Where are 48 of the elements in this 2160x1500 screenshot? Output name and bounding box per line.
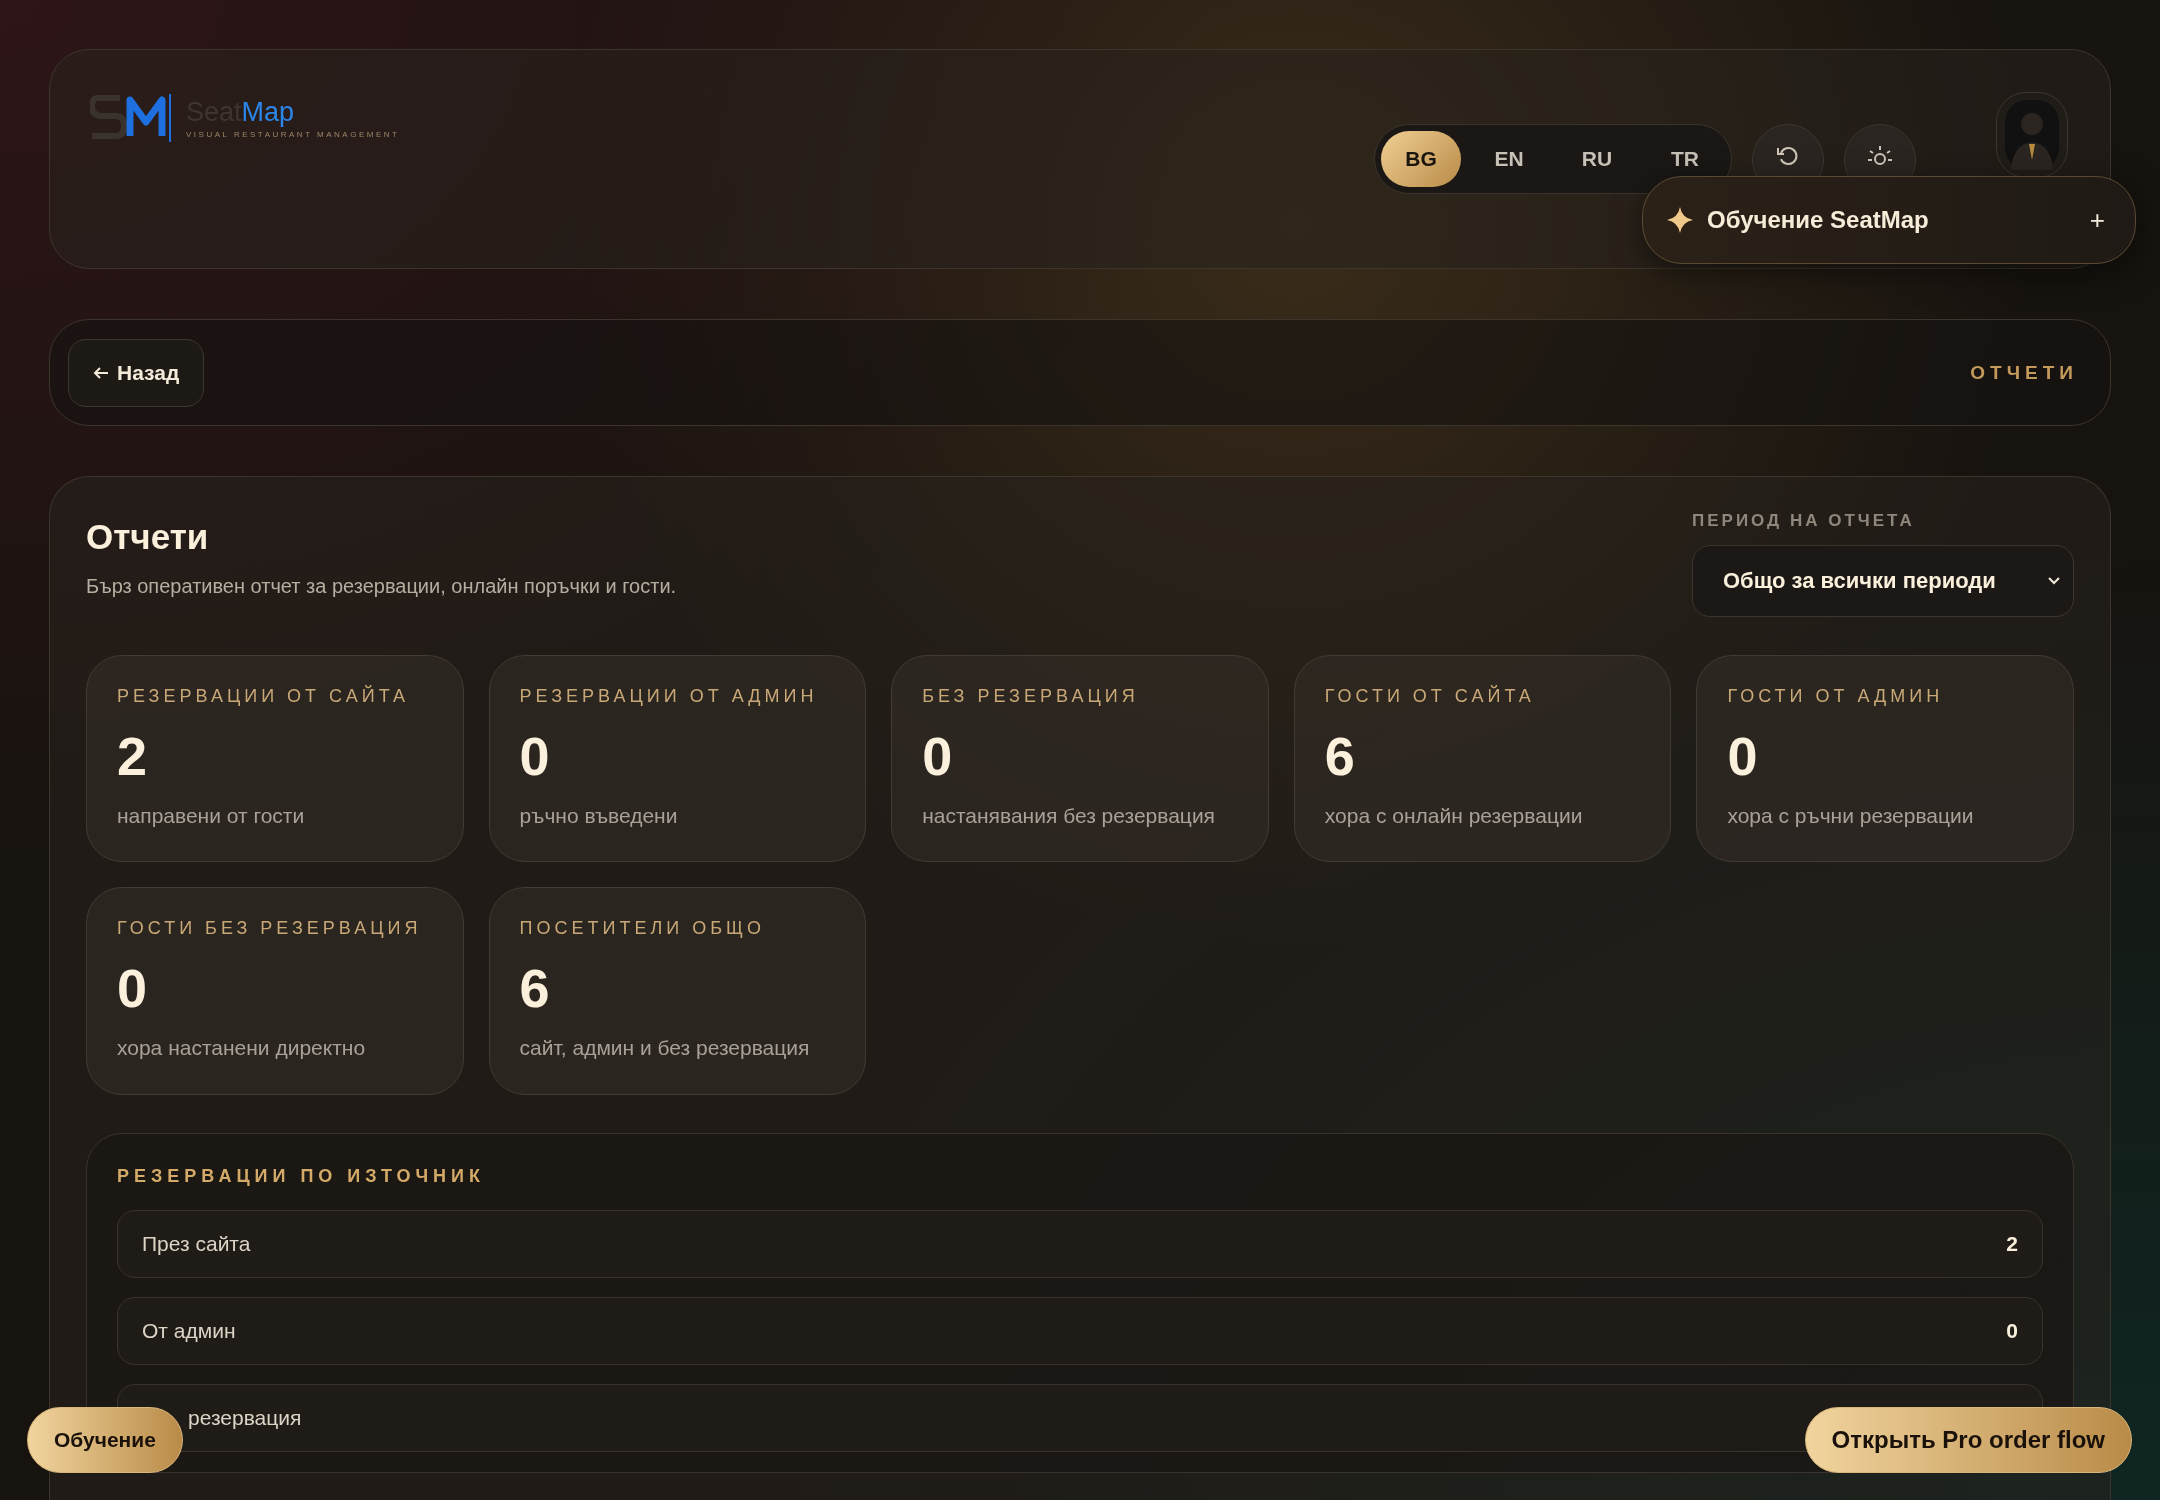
stat-note: сайт, админ и без резервация: [519, 1035, 811, 1062]
source-label: резервация: [188, 1405, 302, 1430]
source-label: През сайта: [142, 1231, 251, 1256]
stat-label: БЕЗ РЕЗЕРВАЦИЯ: [922, 686, 1140, 707]
stat-label: ГОСТИ БЕЗ РЕЗЕРВАЦИЯ: [117, 918, 423, 940]
source-label: От админ: [142, 1318, 236, 1343]
stat-value: 2: [117, 725, 149, 787]
chevron-down-icon: [2047, 576, 2061, 586]
tour-popup[interactable]: Обучение SeatMap +: [1642, 176, 2136, 264]
stat-value: 0: [117, 957, 149, 1020]
stat-label: ПОСЕТИТЕЛИ ОБЩО: [519, 918, 766, 940]
page-title: Отчети: [86, 517, 210, 557]
arrow-left-icon: [93, 365, 109, 380]
stat-value: 6: [1324, 725, 1356, 787]
page-subtitle: Бърз оперативен отчет за резервации, онлайн поръчки и гости.: [86, 575, 677, 598]
stat-value: 0: [922, 725, 954, 787]
section-title: ОТЧЕТИ: [1970, 361, 2078, 384]
stat-note: настанявания без резервация: [922, 803, 1216, 829]
stat-value: 6: [519, 957, 551, 1020]
stat-note: хора настанени директно: [117, 1035, 367, 1062]
stat-value: 0: [519, 725, 551, 787]
language-tab[interactable]: EN: [1469, 131, 1549, 187]
stat-label: ГОСТИ ОТ АДМИН: [1727, 686, 1945, 707]
period-label: ПЕРИОД НА ОТЧЕТА: [1692, 511, 1916, 531]
stat-note: хора с онлайн резервации: [1324, 803, 1584, 829]
avatar[interactable]: [1996, 92, 2068, 178]
period-dropdown[interactable]: Общо за всички периоди: [1692, 545, 2074, 617]
logo-monogram-icon: [90, 92, 174, 144]
logo-tagline: VISUAL RESTAURANT MANAGEMENT: [186, 130, 400, 139]
language-tab[interactable]: BG: [1381, 131, 1461, 187]
source-title: РЕЗЕРВАЦИИ ПО ИЗТОЧНИК: [117, 1165, 486, 1187]
source-count: 2: [2006, 1231, 2018, 1256]
tour-title: Обучение SeatMap: [1707, 206, 1930, 234]
sparkle-icon: [1667, 207, 1693, 233]
stat-label: РЕЗЕРВАЦИИ ОТ АДМИН: [519, 686, 819, 707]
stat-label: ГОСТИ ОТ САЙТА: [1324, 686, 1536, 707]
stat-note: ръчно въведени: [519, 803, 679, 829]
stat-note: направени от гости: [117, 803, 306, 829]
source-count: 0: [2006, 1318, 2018, 1343]
back-button[interactable]: Назад: [68, 338, 205, 407]
stat-note: хора с ръчни резервации: [1727, 803, 1975, 829]
stat-value: 0: [1727, 725, 1759, 787]
tutorial-button[interactable]: Обучение: [27, 1407, 183, 1473]
person-silhouette-icon: [2005, 100, 2059, 170]
expand-toggle[interactable]: +: [2089, 204, 2105, 236]
pro-order-button[interactable]: Открыть Pro order flow: [1804, 1407, 2132, 1473]
language-tab[interactable]: RU: [1557, 131, 1637, 187]
stat-label: РЕЗЕРВАЦИИ ОТ САЙТА: [117, 686, 411, 707]
